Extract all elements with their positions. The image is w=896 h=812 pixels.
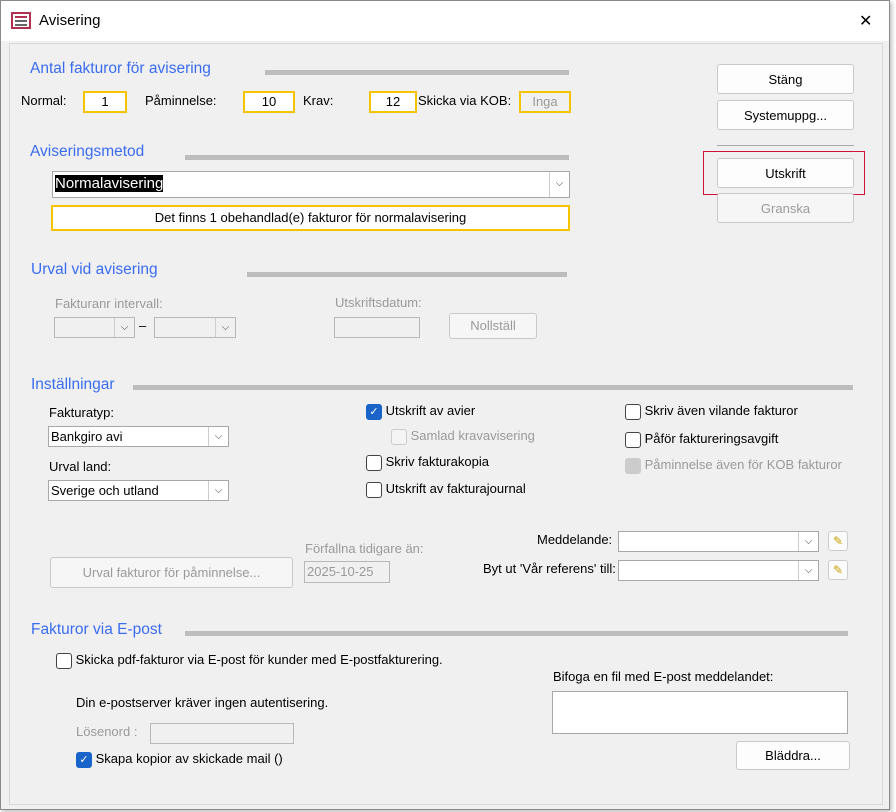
check-icon: ✓: [76, 751, 92, 768]
journal-checkbox[interactable]: Utskrift av fakturajournal: [366, 481, 526, 498]
utskrift-button[interactable]: Utskrift: [717, 158, 854, 188]
utskriftsdatum-label: Utskriftsdatum:: [335, 295, 422, 310]
forfallna-input[interactable]: 2025-10-25: [304, 561, 390, 583]
divider: [717, 145, 854, 146]
bladdra-button[interactable]: Bläddra...: [736, 741, 850, 770]
kob-checkbox[interactable]: Påminnelse även för KOB fakturor: [625, 457, 842, 474]
intervall-from-select[interactable]: ⌵: [54, 317, 135, 338]
losenord-label: Lösenord :: [76, 724, 138, 739]
checkbox-box: [391, 428, 407, 445]
vilande-label: Skriv även vilande fakturor: [644, 403, 798, 418]
kopior-label: Skapa kopior av skickade mail (): [95, 751, 283, 766]
chevron-down-icon: ⌵: [215, 318, 235, 337]
checkbox-box: [625, 403, 641, 420]
divider: [247, 272, 567, 277]
forfallna-label: Förfallna tidigare än:: [305, 541, 424, 556]
antal-heading: Antal fakturor för avisering: [30, 60, 211, 77]
divider: [185, 631, 848, 636]
chevron-down-icon: ⌵: [114, 318, 134, 337]
check-icon: ✓: [366, 403, 382, 420]
edit-meddelande-pencil-icon[interactable]: ✎: [828, 531, 848, 551]
bifoga-label: Bifoga en fil med E-post meddelandet:: [553, 669, 774, 684]
close-icon[interactable]: ✕: [859, 11, 872, 31]
checkbox-box: [625, 431, 641, 448]
paminnelse-label: Påminnelse:: [145, 93, 217, 108]
installningar-heading: Inställningar: [31, 376, 115, 393]
utskrift-avier-label: Utskrift av avier: [385, 403, 476, 418]
divider: [265, 70, 569, 75]
title-bar: Avisering ✕: [1, 1, 889, 41]
kob-paminnelse-label: Påminnelse även för KOB fakturor: [644, 457, 842, 472]
systemuppg-button[interactable]: Systemuppg...: [717, 100, 854, 130]
chevron-down-icon: ⌵: [208, 481, 228, 500]
chevron-down-icon: ⌵: [208, 427, 228, 446]
aviseringsmetod-select[interactable]: Normalavisering ⌵: [52, 171, 570, 198]
granska-button[interactable]: Granska: [717, 193, 854, 223]
meddelande-label: Meddelande:: [537, 532, 613, 547]
normal-label: Normal:: [21, 93, 67, 108]
checkbox-box: [366, 454, 382, 471]
fakturatyp-label: Fakturatyp:: [49, 405, 115, 420]
krav-count: 12: [369, 91, 417, 113]
nollstall-button[interactable]: Nollställ: [449, 313, 537, 339]
chevron-down-icon: ⌵: [798, 532, 818, 551]
app-icon: [11, 12, 31, 29]
metod-heading: Aviseringsmetod: [30, 143, 145, 160]
avgift-checkbox[interactable]: Påför faktureringsavgift: [625, 431, 778, 448]
referens-select[interactable]: ⌵: [618, 560, 819, 581]
stang-button[interactable]: Stäng: [717, 64, 854, 94]
intervall-dash: –: [139, 318, 147, 333]
kob-label: Skicka via KOB:: [418, 93, 512, 108]
aviseringsmetod-info: Det finns 1 obehandlad(e) fakturor för n…: [51, 205, 570, 231]
chevron-down-icon: ⌵: [798, 561, 818, 580]
intervall-label: Fakturanr intervall:: [55, 296, 163, 311]
skicka-pdf-checkbox[interactable]: Skicka pdf-fakturor via E-post för kunde…: [56, 652, 443, 669]
meddelande-select[interactable]: ⌵: [618, 531, 819, 552]
urval-land-select[interactable]: Sverige och utland ⌵: [48, 480, 229, 501]
referens-label: Byt ut 'Vår referens' till:: [483, 561, 616, 576]
krav-label: Krav:: [303, 93, 334, 108]
checkbox-box: [56, 652, 72, 669]
avgift-label: Påför faktureringsavgift: [644, 431, 779, 446]
journal-label: Utskrift av fakturajournal: [385, 481, 526, 496]
urval-land-label: Urval land:: [49, 459, 112, 474]
kopior-checkbox[interactable]: ✓ Skapa kopior av skickade mail (): [76, 751, 283, 768]
urval-land-value: Sverige och utland: [51, 483, 159, 498]
window-title: Avisering: [39, 12, 101, 29]
fakturakopia-checkbox[interactable]: Skriv fakturakopia: [366, 454, 489, 471]
losenord-input[interactable]: [150, 723, 294, 744]
checkbox-box: [366, 481, 382, 498]
divider: [185, 155, 569, 160]
utskriftsdatum-input[interactable]: [334, 317, 420, 338]
epost-heading: Fakturor via E-post: [31, 621, 162, 638]
samlad-label: Samlad kravavisering: [410, 428, 535, 443]
bifoga-input[interactable]: [552, 691, 848, 734]
samlad-checkbox[interactable]: Samlad kravavisering: [391, 428, 535, 445]
aviseringsmetod-value: Normalavisering: [55, 175, 164, 192]
edit-referens-pencil-icon[interactable]: ✎: [828, 560, 848, 580]
chevron-down-icon: ⌵: [549, 172, 569, 197]
vilande-checkbox[interactable]: Skriv även vilande fakturor: [625, 403, 798, 420]
urval-heading: Urval vid avisering: [31, 261, 158, 278]
utskrift-avier-checkbox[interactable]: ✓ Utskrift av avier: [366, 403, 475, 420]
skicka-pdf-label: Skicka pdf-fakturor via E-post för kunde…: [75, 652, 443, 667]
nollstall-label: Nollställ: [470, 318, 516, 333]
checkbox-box: [625, 457, 641, 474]
fakturakopia-label: Skriv fakturakopia: [385, 454, 489, 469]
normal-count: 1: [83, 91, 127, 113]
auth-text: Din e-postserver kräver ingen autentiser…: [76, 695, 329, 710]
fakturatyp-value: Bankgiro avi: [51, 429, 123, 444]
urval-paminnelse-button[interactable]: Urval fakturor för påminnelse...: [50, 557, 293, 588]
kob-count: Inga: [519, 91, 571, 113]
fakturatyp-select[interactable]: Bankgiro avi ⌵: [48, 426, 229, 447]
divider: [133, 385, 853, 390]
paminnelse-count: 10: [243, 91, 295, 113]
intervall-to-select[interactable]: ⌵: [154, 317, 236, 338]
